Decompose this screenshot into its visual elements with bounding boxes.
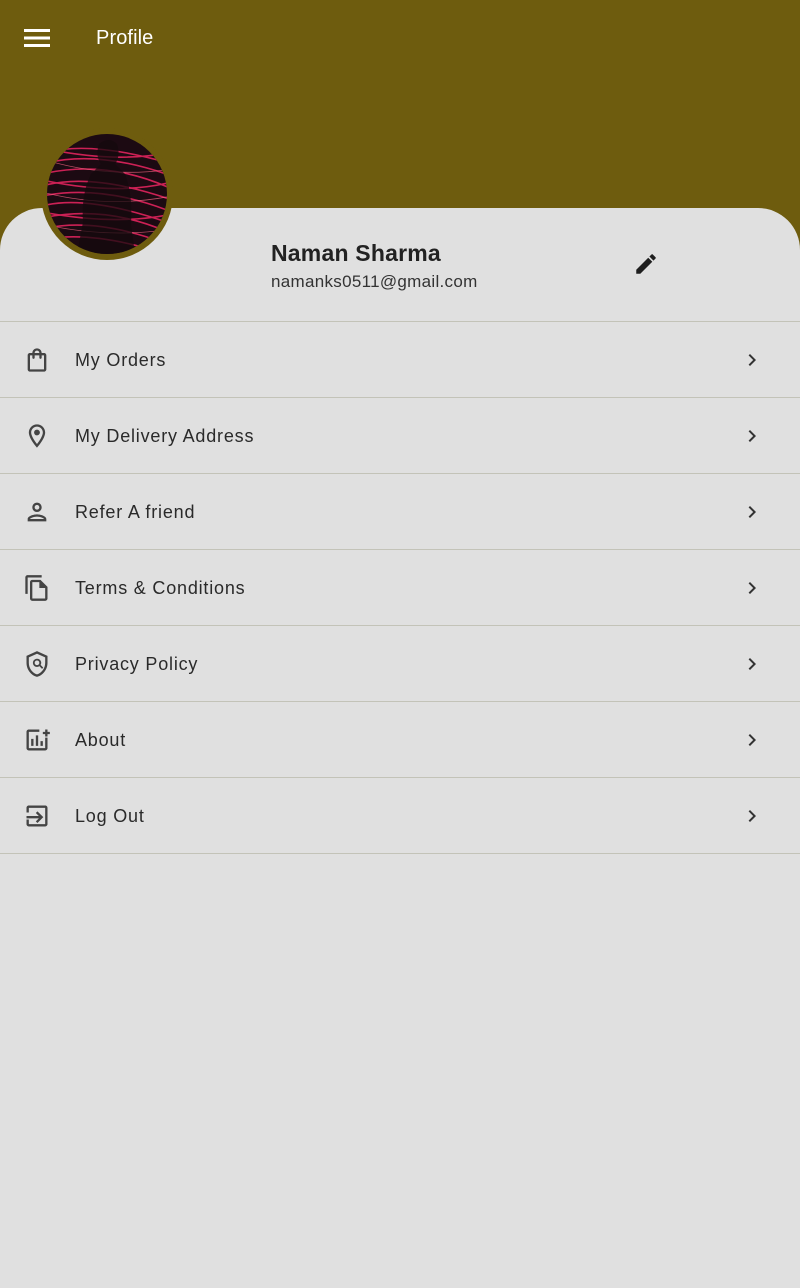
logout-icon (21, 800, 53, 832)
chevron-right-icon (738, 802, 766, 830)
menu-item-label: Privacy Policy (75, 654, 199, 674)
menu-item-terms[interactable]: Terms & Conditions (0, 550, 800, 626)
menu-item-label: Log Out (75, 806, 145, 826)
menu-item-label: My Orders (75, 350, 167, 370)
profile-menu-list: My Orders My Delivery Address Refer A fr… (0, 321, 800, 854)
menu-item-my-orders[interactable]: My Orders (0, 322, 800, 398)
chevron-right-icon (738, 422, 766, 450)
location-pin-icon (21, 420, 53, 452)
menu-item-delivery-address[interactable]: My Delivery Address (0, 398, 800, 474)
avatar (47, 134, 167, 254)
avatar-frame[interactable] (41, 128, 173, 260)
menu-item-privacy-policy[interactable]: Privacy Policy (0, 626, 800, 702)
documents-icon (21, 572, 53, 604)
user-email: namanks0511@gmail.com (271, 272, 478, 291)
chevron-right-icon (738, 498, 766, 526)
menu-item-label: Terms & Conditions (75, 578, 246, 598)
menu-item-label: My Delivery Address (75, 426, 255, 446)
person-icon (21, 496, 53, 528)
hamburger-menu-icon (24, 29, 50, 47)
chevron-right-icon (738, 650, 766, 678)
menu-item-about[interactable]: About (0, 702, 800, 778)
menu-item-refer-friend[interactable]: Refer A friend (0, 474, 800, 550)
analytics-icon (21, 724, 53, 756)
shopping-bag-icon (21, 344, 53, 376)
menu-button[interactable] (13, 14, 61, 62)
chevron-right-icon (738, 726, 766, 754)
menu-item-label: About (75, 730, 127, 750)
menu-item-log-out[interactable]: Log Out (0, 778, 800, 854)
pencil-icon (636, 254, 656, 274)
user-name: Naman Sharma (271, 240, 441, 266)
profile-screen: Profile Naman Sharma namanks0511@gmail.c… (0, 0, 800, 1288)
chevron-right-icon (738, 574, 766, 602)
avatar-image (47, 134, 167, 254)
menu-item-label: Refer A friend (75, 502, 196, 522)
chevron-right-icon (738, 346, 766, 374)
app-bar: Profile (0, 0, 800, 76)
page-title: Profile (96, 27, 154, 49)
shield-icon (21, 648, 53, 680)
edit-profile-button[interactable] (622, 240, 670, 288)
